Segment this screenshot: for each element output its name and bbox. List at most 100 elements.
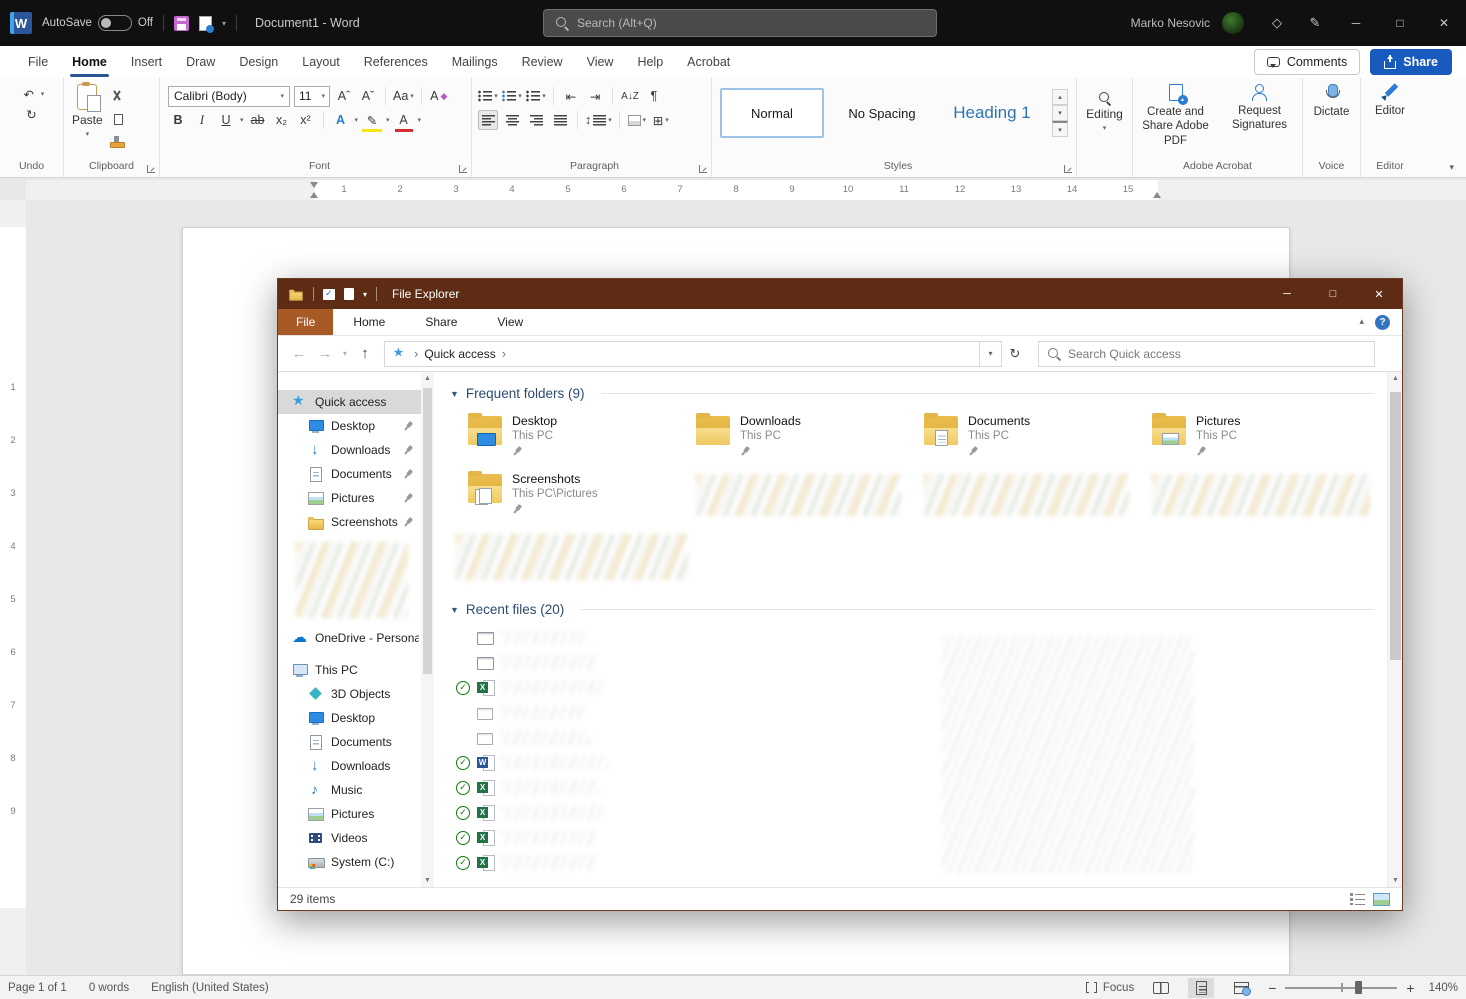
ribbon-tab[interactable]: Acrobat (675, 46, 742, 78)
sidebar-item[interactable]: 3D Objects (278, 682, 421, 706)
recent-file-row[interactable]: ✓ (450, 800, 1387, 825)
editor-button[interactable]: Editor (1361, 84, 1419, 118)
folder-tile[interactable]: Screenshots This PC\Pictures (468, 472, 696, 530)
explorer-menu-item[interactable]: File (278, 309, 333, 335)
breadcrumb[interactable]: Quick access (424, 347, 495, 361)
premium-gem-icon[interactable]: ◇ (1258, 0, 1296, 46)
increase-indent-button[interactable]: ⇥ (585, 86, 605, 106)
grow-font-button[interactable]: Aˆ (334, 86, 354, 106)
ribbon-tab[interactable]: Review (510, 46, 575, 78)
coming-soon-icon[interactable]: ✎ (1296, 0, 1334, 46)
editing-group[interactable]: Editing ▾ (1077, 78, 1133, 177)
explorer-minimize-button[interactable]: ─ (1264, 279, 1310, 309)
font-color-dropdown-icon[interactable]: ▾ (418, 116, 422, 124)
recent-file-row[interactable]: ✓ (450, 700, 1387, 725)
address-dropdown-icon[interactable]: ▾ (980, 341, 1002, 367)
superscript-button[interactable]: x² (296, 110, 316, 130)
folder-tile[interactable]: Desktop This PC (468, 414, 696, 472)
dictate-button[interactable]: Dictate (1303, 84, 1360, 119)
ribbon-tab[interactable]: Insert (119, 46, 174, 78)
user-name[interactable]: Marko Nesovic (1131, 16, 1210, 30)
create-share-pdf-button[interactable]: Create and Share Adobe PDF (1137, 84, 1215, 148)
page-indicator[interactable]: Page 1 of 1 (8, 982, 67, 994)
refresh-icon[interactable]: ↻ (1002, 341, 1028, 367)
ribbon-tab[interactable]: File (16, 46, 60, 78)
font-dialog-launcher-icon[interactable] (459, 165, 467, 173)
recent-file-row[interactable]: ✓ (450, 675, 1387, 700)
highlight-dropdown-icon[interactable]: ▾ (386, 116, 390, 124)
style-item[interactable]: No Spacing (830, 88, 934, 138)
word-count[interactable]: 0 words (89, 982, 129, 994)
align-right-button[interactable] (526, 110, 546, 130)
strikethrough-button[interactable]: ab (248, 110, 268, 130)
styles-more-icon[interactable]: ▾ (1052, 121, 1068, 137)
forward-button[interactable]: → (312, 341, 338, 367)
styles-scroll-up-icon[interactable]: ▴ (1052, 89, 1068, 105)
bold-button[interactable]: B (168, 110, 188, 130)
ribbon-tab[interactable]: References (352, 46, 440, 78)
sidebar-item[interactable]: Videos (278, 826, 421, 850)
paste-button[interactable]: Paste ▾ (72, 84, 103, 152)
numbering-button[interactable]: ▾ (502, 86, 522, 106)
shrink-font-button[interactable]: Aˇ (358, 86, 378, 106)
sidebar-item-this-pc[interactable]: This PC (278, 658, 421, 682)
sidebar-item[interactable]: Pictures (278, 802, 421, 826)
text-effects-button[interactable]: A (331, 110, 351, 130)
copy-button[interactable] (107, 109, 127, 129)
sidebar-item-onedrive[interactable]: OneDrive - Personal (278, 626, 421, 650)
language-indicator[interactable]: English (United States) (151, 982, 269, 994)
back-button[interactable]: ← (286, 341, 312, 367)
recent-file-row[interactable]: ✓ (450, 625, 1387, 650)
qat-properties-icon[interactable] (323, 289, 335, 300)
comments-button[interactable]: Comments (1254, 49, 1360, 75)
zoom-slider-thumb[interactable] (1355, 981, 1362, 994)
autosave-toggle[interactable]: AutoSave Off (42, 15, 153, 31)
share-button[interactable]: Share (1370, 49, 1452, 75)
multilevel-list-button[interactable]: ▾ (526, 86, 546, 106)
sidebar-item[interactable]: Screenshots (278, 510, 421, 534)
web-layout-button[interactable] (1228, 978, 1254, 998)
close-button[interactable]: ✕ (1422, 0, 1466, 46)
underline-button[interactable]: U (216, 110, 236, 130)
minimize-button[interactable]: ─ (1334, 0, 1378, 46)
collapse-ribbon-icon[interactable]: ▾ (1449, 162, 1454, 173)
qat-new-folder-icon[interactable] (344, 288, 354, 300)
highlight-button[interactable]: ✎ (362, 110, 382, 130)
undo-button[interactable]: ↶ (19, 84, 39, 104)
up-button[interactable]: ↑ (352, 341, 378, 367)
scroll-down-icon[interactable]: ▼ (1388, 874, 1403, 887)
explorer-menu-item[interactable]: Home (333, 309, 405, 335)
sidebar-scrollbar[interactable]: ▲ ▼ (421, 372, 434, 887)
qat-customize-icon[interactable]: ▾ (363, 290, 367, 299)
align-left-button[interactable] (478, 110, 498, 130)
collapse-section-icon[interactable]: ▼ (450, 605, 459, 615)
explorer-close-button[interactable]: ✕ (1356, 279, 1402, 309)
maximize-button[interactable]: □ (1378, 0, 1422, 46)
address-bar[interactable]: › Quick access › (384, 341, 980, 367)
recent-file-row[interactable]: ✓ (450, 825, 1387, 850)
decrease-indent-button[interactable]: ⇤ (561, 86, 581, 106)
format-painter-button[interactable] (107, 132, 127, 152)
recent-file-row[interactable]: ✓ (450, 775, 1387, 800)
recent-file-row[interactable]: ✓ (450, 850, 1387, 875)
align-center-button[interactable] (502, 110, 522, 130)
sidebar-item[interactable]: Music (278, 778, 421, 802)
explorer-menu-item[interactable]: Share (405, 309, 477, 335)
font-size-select[interactable]: 11▾ (294, 86, 330, 107)
scrollbar-thumb[interactable] (423, 388, 432, 674)
style-item[interactable]: Heading 1 (940, 88, 1044, 138)
hanging-indent-marker[interactable] (310, 192, 318, 198)
explorer-menu-item[interactable]: View (477, 309, 543, 335)
autosave-switch[interactable] (98, 15, 132, 31)
bullets-button[interactable]: ▾ (478, 86, 498, 106)
first-line-indent-marker[interactable] (310, 182, 318, 188)
sidebar-item[interactable]: Documents (278, 730, 421, 754)
style-item[interactable]: Normal (720, 88, 824, 138)
avatar[interactable] (1222, 12, 1244, 34)
recent-file-row[interactable]: ✓ (450, 650, 1387, 675)
folder-tile[interactable]: Downloads This PC (696, 414, 924, 472)
shading-button[interactable]: ▾ (627, 110, 647, 130)
quick-access-dropdown-icon[interactable]: ▾ (222, 19, 226, 28)
folder-tile[interactable]: Pictures This PC (1152, 414, 1380, 472)
sidebar-item[interactable]: Downloads (278, 438, 421, 462)
